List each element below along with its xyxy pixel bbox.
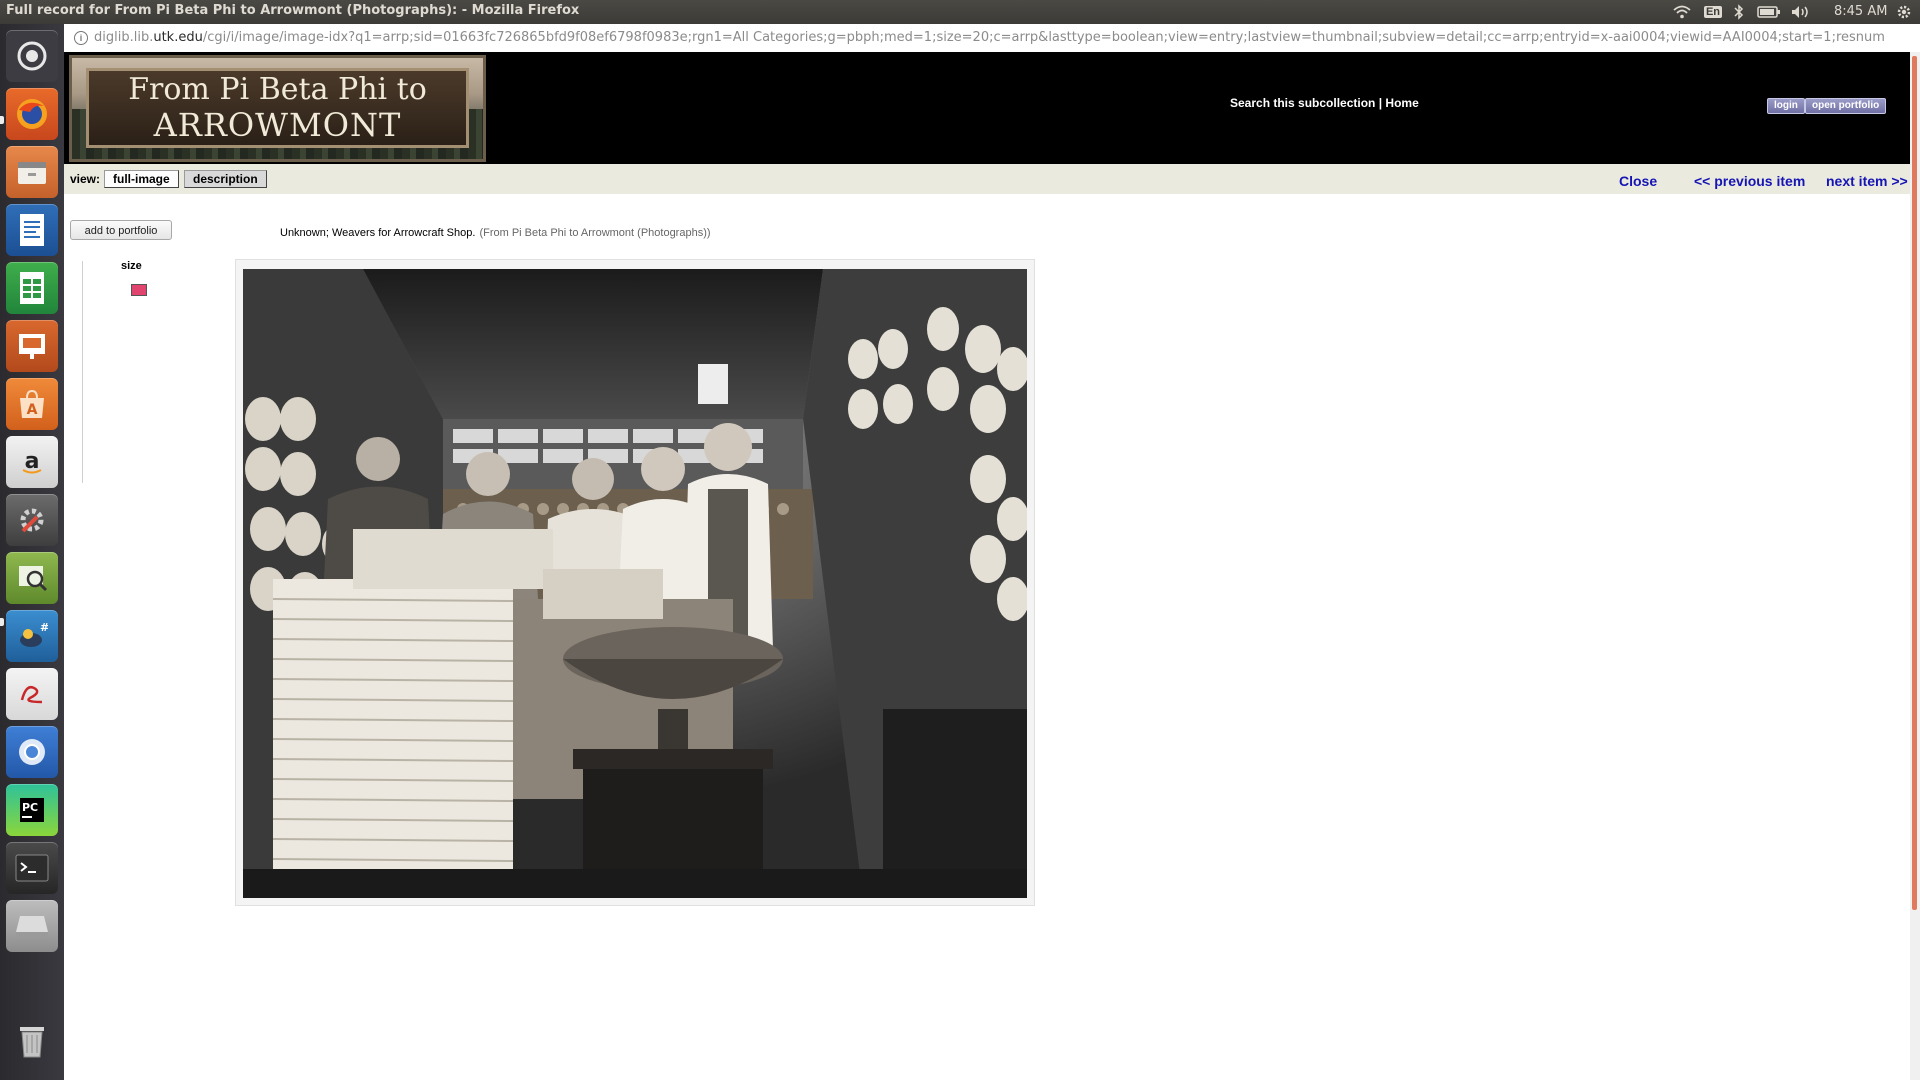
pycharm-icon[interactable]: PC xyxy=(6,784,58,836)
info-icon[interactable]: i xyxy=(74,31,88,45)
url-host: utk.edu xyxy=(153,30,203,45)
previous-item-link[interactable]: << previous item xyxy=(1694,173,1805,189)
wifi-icon[interactable] xyxy=(1672,3,1692,21)
view-label: view: xyxy=(70,172,101,186)
launcher: A a # PC xyxy=(0,24,65,1080)
header-links: Search this subcollection | Home xyxy=(1230,96,1419,110)
mail-icon[interactable]: # xyxy=(6,610,58,662)
document-viewer-icon[interactable] xyxy=(6,668,58,720)
next-item-link[interactable]: next item >> xyxy=(1826,173,1908,189)
keyboard-layout-indicator[interactable]: En xyxy=(1703,3,1723,21)
view-toolbar: view: full-image description Close << pr… xyxy=(64,164,1910,194)
svg-text:A: A xyxy=(27,402,38,418)
files-icon[interactable] xyxy=(6,146,58,198)
chromium-icon[interactable] xyxy=(6,726,58,778)
page-content: From Pi Beta Phi to ARROWMONT Search thi… xyxy=(64,52,1910,1080)
login-button[interactable]: login xyxy=(1767,98,1805,114)
svg-text:a: a xyxy=(25,449,40,474)
header-link-separator: | xyxy=(1375,96,1386,110)
image-viewer-icon[interactable] xyxy=(6,552,58,604)
firefox-icon[interactable] xyxy=(6,88,58,140)
size-selector-swatch[interactable] xyxy=(131,284,147,296)
terminal-icon[interactable] xyxy=(6,842,58,894)
calc-icon[interactable] xyxy=(6,262,58,314)
bluetooth-icon[interactable] xyxy=(1731,3,1747,21)
site-header: From Pi Beta Phi to ARROWMONT Search thi… xyxy=(64,52,1910,164)
size-panel-divider xyxy=(82,261,83,483)
scrollbar-thumb[interactable] xyxy=(1912,56,1917,910)
banner-title-line2: ARROWMONT xyxy=(153,106,402,144)
url-text[interactable]: diglib.lib.utk.edu/cgi/i/image/image-idx… xyxy=(94,30,1894,45)
open-portfolio-button[interactable]: open portfolio xyxy=(1805,98,1887,114)
collection-banner-logo[interactable]: From Pi Beta Phi to ARROWMONT xyxy=(69,55,486,162)
add-to-portfolio-button[interactable]: add to portfolio xyxy=(70,220,172,240)
photograph-image xyxy=(243,269,1027,898)
caption-title: Unknown; Weavers for Arrowcraft Shop. xyxy=(280,227,476,239)
tab-description[interactable]: description xyxy=(184,170,267,188)
svg-text:#: # xyxy=(40,621,48,634)
battery-icon[interactable] xyxy=(1756,3,1782,21)
photo-mount xyxy=(235,259,1035,906)
close-link[interactable]: Close xyxy=(1619,173,1657,189)
scrollbar[interactable] xyxy=(1910,52,1920,1080)
trash-icon[interactable] xyxy=(6,1014,58,1066)
software-center-icon[interactable]: A xyxy=(6,378,58,430)
record-photograph[interactable] xyxy=(243,269,1027,898)
gear-icon[interactable] xyxy=(1894,3,1914,21)
url-prefix: diglib.lib. xyxy=(94,30,154,45)
search-subcollection-link[interactable]: Search this subcollection xyxy=(1230,96,1375,110)
home-link[interactable]: Home xyxy=(1385,96,1418,110)
clock[interactable]: 8:45 AM xyxy=(1834,4,1887,19)
keyboard-layout-label: En xyxy=(1703,6,1723,18)
amazon-icon[interactable]: a xyxy=(6,436,58,488)
writer-icon[interactable] xyxy=(6,204,58,256)
window-title: Full record for From Pi Beta Phi to Arro… xyxy=(6,3,580,18)
settings-icon[interactable] xyxy=(6,494,58,546)
tab-full-image[interactable]: full-image xyxy=(104,170,179,188)
banner-plaque: From Pi Beta Phi to ARROWMONT xyxy=(86,68,469,148)
url-bar[interactable]: i diglib.lib.utk.edu/cgi/i/image/image-i… xyxy=(64,24,1910,53)
url-path: /cgi/i/image/image-idx?q1=arrp;sid=01663… xyxy=(202,30,1885,45)
dash-icon[interactable] xyxy=(6,30,58,82)
banner-title-line1: From Pi Beta Phi to xyxy=(128,72,427,107)
size-label: size xyxy=(121,260,142,272)
volume-icon[interactable] xyxy=(1790,3,1812,21)
image-caption: Unknown; Weavers for Arrowcraft Shop. (Fr… xyxy=(280,227,711,239)
drive-icon[interactable] xyxy=(6,900,58,952)
svg-text:PC: PC xyxy=(22,801,38,814)
caption-source: (From Pi Beta Phi to Arrowmont (Photogra… xyxy=(479,227,711,239)
top-panel: Full record for From Pi Beta Phi to Arro… xyxy=(0,0,1920,24)
impress-icon[interactable] xyxy=(6,320,58,372)
